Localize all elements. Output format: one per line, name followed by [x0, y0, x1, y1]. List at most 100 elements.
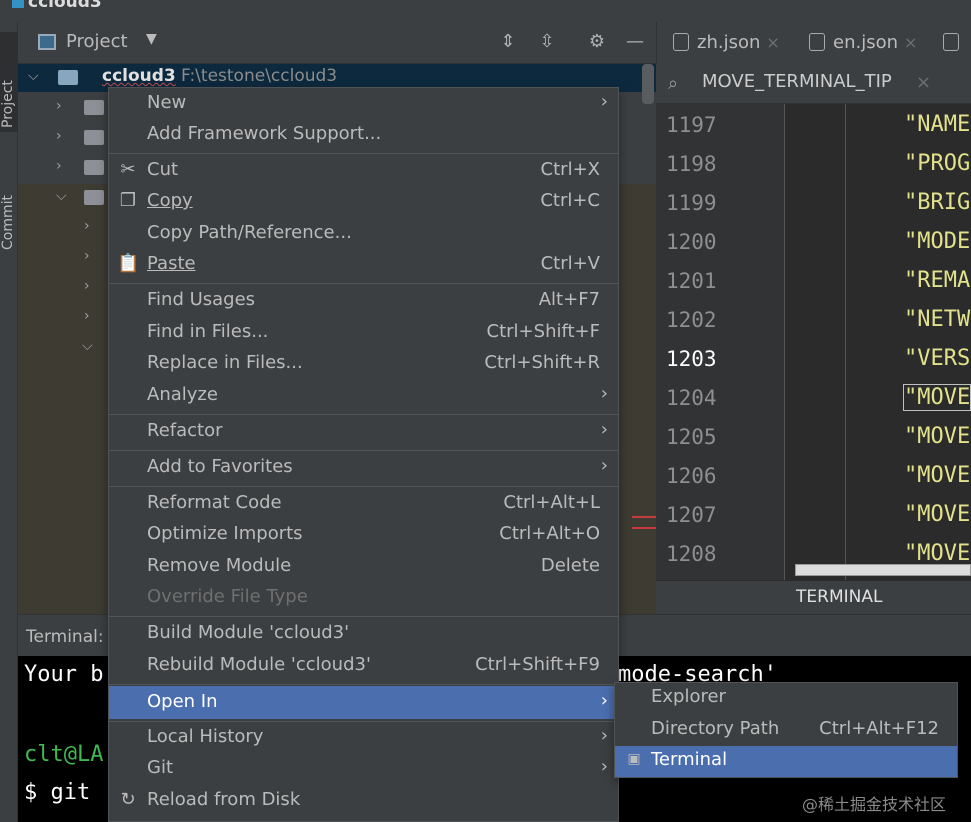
menu-item-git[interactable]: Git ›: [109, 754, 618, 785]
chevron-right-icon[interactable]: ›: [84, 308, 90, 324]
menu-item-cut[interactable]: ✂ Cut Ctrl+X: [109, 156, 618, 187]
menu-label: Open In: [147, 691, 218, 712]
editor-tab[interactable]: en.json ×: [809, 32, 917, 53]
line-number: 1207: [666, 503, 717, 527]
horizontal-scrollbar[interactable]: [795, 564, 971, 576]
editor-tab-partial[interactable]: [943, 32, 967, 53]
menu-item-reformat[interactable]: Reformat Code Ctrl+Alt+L: [109, 489, 618, 520]
code-line: "MOVE: [902, 384, 971, 411]
menu-item-find-in-files[interactable]: Find in Files... Ctrl+Shift+F: [109, 318, 618, 349]
menu-item-replace-in-files[interactable]: Replace in Files... Ctrl+Shift+R: [109, 349, 618, 380]
menu-item-build-module[interactable]: Build Module 'ccloud3': [109, 619, 618, 650]
code-line: "NAME: [904, 112, 971, 137]
menu-label: Override File Type: [147, 586, 308, 607]
menu-item-rebuild-module[interactable]: Rebuild Module 'ccloud3' Ctrl+Shift+F9: [109, 651, 618, 682]
menu-item-open-in[interactable]: Open In ›: [109, 686, 618, 719]
chevron-right-icon[interactable]: ›: [84, 278, 90, 294]
refresh-icon: ↻: [120, 789, 136, 810]
menu-item-refactor[interactable]: Refactor ›: [109, 417, 618, 448]
menu-label: Copy Path/Reference...: [147, 222, 352, 243]
project-view-icon: [38, 34, 56, 50]
code-line: "MOVE: [904, 541, 971, 566]
menu-label: Reformat Code: [147, 492, 282, 513]
expand-all-icon[interactable]: ⇕: [496, 30, 520, 54]
close-icon[interactable]: ×: [904, 33, 917, 52]
folder-icon: [84, 190, 104, 205]
line-number: 1204: [666, 386, 717, 410]
menu-item-override-file-type: Override File Type: [109, 583, 618, 614]
chevron-right-icon: ›: [600, 756, 608, 777]
chevron-right-icon[interactable]: ›: [84, 218, 90, 234]
chevron-down-icon[interactable]: ⌵: [56, 188, 67, 204]
editor-tab-bar: zh.json × en.json ×: [656, 22, 971, 64]
code-line: "MODE: [904, 229, 971, 254]
menu-item-remove-module[interactable]: Remove Module Delete: [109, 552, 618, 583]
menu-label: Analyze: [147, 384, 218, 405]
menu-label: Optimize Imports: [147, 523, 303, 544]
menu-item-local-history[interactable]: Local History ›: [109, 723, 618, 754]
menu-shortcut: Ctrl+X: [540, 159, 600, 180]
tab-label: en.json: [833, 32, 899, 53]
submenu-item-terminal[interactable]: ▣ Terminal: [615, 746, 957, 777]
project-panel-title[interactable]: Project: [66, 31, 128, 52]
menu-separator: [109, 414, 618, 415]
chevron-down-icon[interactable]: ⌵: [82, 338, 93, 354]
close-icon[interactable]: ×: [766, 33, 779, 52]
menu-item-add-framework[interactable]: Add Framework Support...: [109, 120, 618, 151]
menu-separator: [109, 283, 618, 284]
close-icon[interactable]: ×: [916, 72, 931, 93]
scissors-icon: ✂: [120, 159, 136, 180]
submenu-item-explorer[interactable]: Explorer: [615, 683, 957, 714]
menu-item-optimize-imports[interactable]: Optimize Imports Ctrl+Alt+O: [109, 520, 618, 551]
chevron-right-icon: ›: [600, 455, 608, 476]
menu-item-analyze[interactable]: Analyze ›: [109, 381, 618, 412]
search-icon[interactable]: ⌕: [668, 73, 678, 94]
menu-shortcut: Ctrl+V: [540, 253, 600, 274]
line-number: 1202: [666, 308, 717, 332]
code-line: "VERS: [904, 346, 971, 371]
terminal-icon: ▣: [627, 751, 641, 767]
copy-icon: ❐: [119, 190, 137, 211]
menu-label: Find Usages: [147, 289, 256, 310]
code-line: "MOVE: [904, 424, 971, 449]
terminal-tooltip: TERMINAL: [656, 580, 971, 614]
chevron-right-icon[interactable]: ›: [56, 158, 62, 174]
json-file-icon: [943, 33, 959, 51]
menu-label: Paste: [147, 253, 196, 274]
menu-item-copy[interactable]: ❐ Copy Ctrl+C: [109, 187, 618, 218]
commit-tool-tab[interactable]: Commit: [0, 154, 18, 254]
collapse-all-icon[interactable]: ⇳: [535, 30, 559, 54]
editor-tab[interactable]: zh.json ×: [673, 32, 780, 53]
project-panel-header: Project ▼ ⇕ ⇳ ⚙ —: [18, 22, 656, 64]
menu-item-new[interactable]: New ›: [109, 89, 618, 120]
chevron-right-icon[interactable]: ›: [56, 128, 62, 144]
tree-scrollbar[interactable]: [642, 64, 654, 104]
chevron-down-icon[interactable]: ⌵: [28, 68, 39, 84]
project-tool-tab[interactable]: Project: [0, 32, 18, 132]
line-number: 1206: [666, 464, 717, 488]
chevron-right-icon[interactable]: ›: [84, 248, 90, 264]
menu-label: Add Framework Support...: [147, 123, 382, 144]
menu-item-add-favorites[interactable]: Add to Favorites ›: [109, 453, 618, 484]
menu-label: New: [147, 92, 187, 113]
terminal-prompt: clt@LA: [24, 742, 104, 767]
code-line: "PROG: [904, 151, 971, 176]
search-input[interactable]: MOVE_TERMINAL_TIP: [702, 71, 892, 92]
chevron-right-icon: ›: [600, 91, 608, 112]
minimize-icon[interactable]: —: [623, 30, 647, 54]
menu-label: Terminal: [651, 749, 728, 770]
code-line: "MOVE: [904, 502, 971, 527]
chevron-down-icon[interactable]: ▼: [146, 31, 157, 47]
chevron-right-icon: ›: [600, 725, 608, 746]
chevron-right-icon[interactable]: ›: [56, 98, 62, 114]
code-line: "MOVE: [904, 463, 971, 488]
submenu-item-directory-path[interactable]: Directory Path Ctrl+Alt+F12: [615, 715, 957, 746]
gear-icon[interactable]: ⚙: [585, 30, 609, 54]
menu-item-reload[interactable]: ↻ Reload from Disk: [109, 786, 618, 817]
watermark: @稀土掘金技术社区: [802, 795, 947, 814]
menu-item-find-usages[interactable]: Find Usages Alt+F7: [109, 286, 618, 317]
menu-item-paste[interactable]: 📋 Paste Ctrl+V: [109, 250, 618, 281]
menu-item-copy-path[interactable]: Copy Path/Reference...: [109, 219, 618, 250]
code-line: "NETW: [904, 307, 971, 332]
menu-label: Cut: [147, 159, 179, 180]
